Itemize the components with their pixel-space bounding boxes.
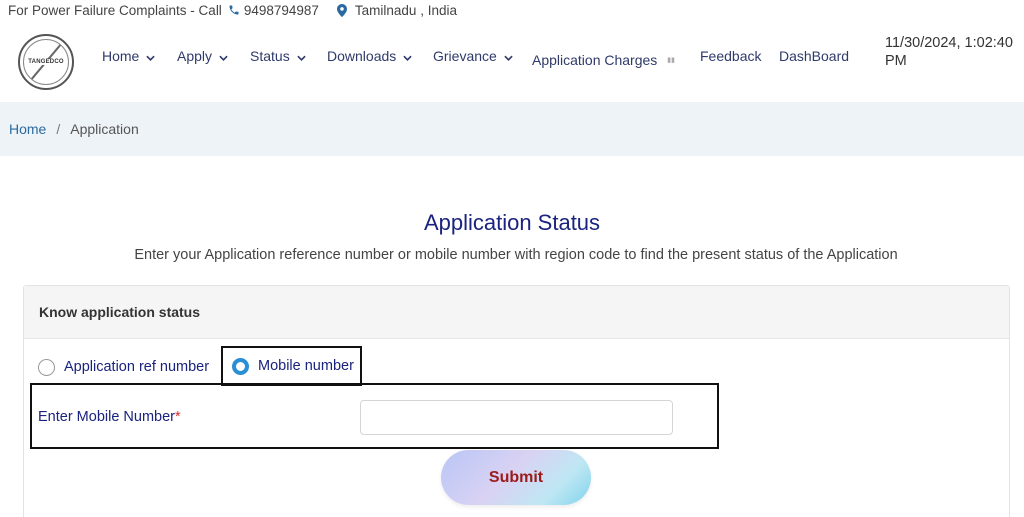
radio-application-ref-label: Application ref number [64,359,210,375]
datetime-line2: PM [885,53,907,69]
nav-apply-label: Apply [177,48,213,64]
nav-feedback[interactable]: Feedback [700,20,761,92]
mobile-label-text: Enter Mobile Number [38,409,175,425]
chevron-down-icon [219,48,228,64]
tangedco-logo[interactable]: TANGEDCO [18,34,74,90]
radio-unchecked-icon[interactable] [38,358,55,376]
nav-downloads[interactable]: Downloads [327,20,412,92]
radio-mobile-number-label: Mobile number [258,358,354,374]
breadcrumb-separator: / [56,121,61,137]
nav-downloads-label: Downloads [327,48,397,64]
nav-home[interactable]: Home [102,20,156,92]
logo-emblem: TANGEDCO [23,39,69,85]
nav-apply[interactable]: Apply [177,20,228,92]
radio-mobile-number[interactable]: Mobile number [221,346,362,386]
logo-text: TANGEDCO [28,59,64,65]
nav-status-label: Status [250,48,290,64]
chevron-down-icon [297,48,306,64]
chevron-down-icon [403,48,412,64]
nav-dashboard[interactable]: DashBoard [779,20,849,92]
mobile-number-input[interactable] [360,400,673,435]
required-mark: * [175,409,181,425]
mobile-number-label: Enter Mobile Number* [38,409,181,425]
radio-application-ref[interactable]: Application ref number [38,358,210,376]
top-info-bar: For Power Failure Complaints - Call 9498… [0,0,1024,20]
nav-grievance[interactable]: Grievance [433,20,513,92]
search-type-radio-group: Application ref number Mobile number [38,346,362,386]
card-title: Know application status [24,286,1009,339]
chevron-down-icon [504,48,513,64]
nav-application-charges[interactable]: Application Charges ▮▮ [532,24,675,96]
nav-home-label: Home [102,48,140,64]
nav-charges-label: Application Charges [532,52,658,68]
complaint-text: For Power Failure Complaints - Call [8,2,222,18]
nav-dashboard-label: DashBoard [779,48,850,64]
page-title: Application Status [423,210,601,235]
phone-number[interactable]: 9498794987 [244,3,319,18]
new-tag-icon: ▮▮ [667,57,676,64]
radio-checked-icon[interactable] [232,357,249,375]
current-datetime: 11/30/2024, 1:02:40 PM [885,34,1013,70]
location-pin-icon [336,3,347,17]
location-text: Tamilnadu , India [354,2,457,18]
page-description: Enter your Application reference number … [134,247,898,263]
breadcrumb-current: Application [70,121,139,137]
nav-status[interactable]: Status [250,20,306,92]
phone-icon [228,4,240,16]
nav-feedback-label: Feedback [700,48,762,64]
breadcrumb: Home / Application [0,102,1024,156]
site-header: TANGEDCO Home Apply Status Downloads Gri… [0,20,1024,102]
submit-button[interactable]: Submit [441,450,591,505]
breadcrumb-home[interactable]: Home [9,121,46,137]
datetime-line1: 11/30/2024, 1:02:40 [885,35,1013,51]
nav-grievance-label: Grievance [433,48,497,64]
chevron-down-icon [146,48,156,64]
